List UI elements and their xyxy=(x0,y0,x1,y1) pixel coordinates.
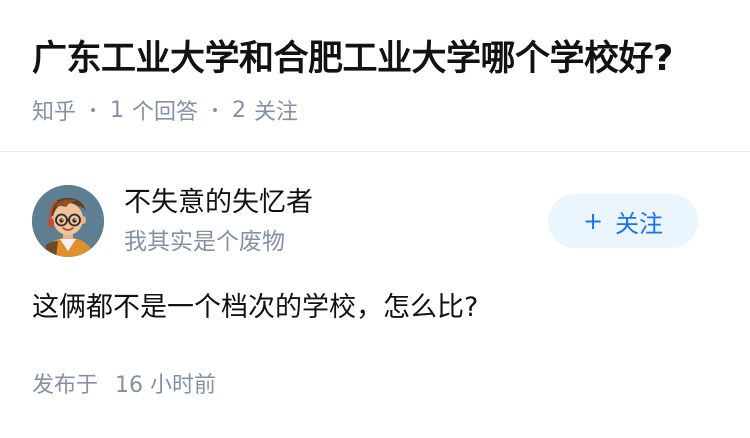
follow-button-label: 关注 xyxy=(615,209,664,238)
source-label[interactable]: 知乎 xyxy=(32,94,76,126)
publish-prefix: 发布于 xyxy=(32,373,99,398)
author-name[interactable]: 不失意的失忆者 xyxy=(124,185,313,221)
follow-count-label[interactable]: 关注 xyxy=(254,94,298,126)
answer-count: 1 xyxy=(110,97,125,123)
cartoon-boy-avatar-icon xyxy=(32,185,104,257)
plus-icon: + xyxy=(582,207,604,235)
answer-content[interactable]: 这俩都不是一个档次的学校，怎么比? xyxy=(32,288,478,328)
author-bio: 我其实是个废物 xyxy=(124,229,285,255)
separator-dot xyxy=(91,108,96,112)
question-header: 广东工业大学和合肥工业大学哪个学校好? 知乎 1 个回答 2 关注 xyxy=(0,0,750,152)
publish-time: 发布于 16 小时前 xyxy=(32,370,216,402)
follow-count: 2 xyxy=(232,97,247,123)
answer-card: 不失意的失忆者 我其实是个废物 + 关注 这俩都不是一个档次的学校，怎么比? 发… xyxy=(0,152,750,438)
question-title[interactable]: 广东工业大学和合肥工业大学哪个学校好? xyxy=(32,36,673,82)
avatar[interactable] xyxy=(32,185,104,257)
question-meta: 知乎 1 个回答 2 关注 xyxy=(32,94,298,126)
answer-count-label[interactable]: 个回答 xyxy=(132,94,198,126)
separator-dot xyxy=(213,108,218,112)
follow-button[interactable]: + 关注 xyxy=(548,194,698,248)
publish-time-value: 16 小时前 xyxy=(115,373,217,398)
